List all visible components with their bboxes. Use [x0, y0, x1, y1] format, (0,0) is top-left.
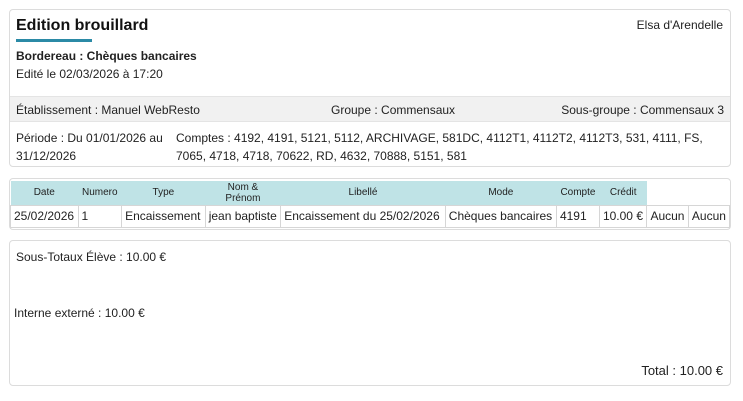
periode-label: Période : Du 01/01/2026 au 31/12/2026 [16, 131, 163, 163]
cell-mode: Chèques bancaires [444, 204, 557, 228]
table-header-row: Date Numero Type Nom & Prénom Libellé Mo… [10, 181, 730, 205]
cell-nom: jean baptiste [204, 204, 282, 228]
col-header-libelle: Libellé [280, 181, 446, 205]
bordereau-subtitle: Bordereau : Chèques bancaires [16, 49, 197, 63]
col-header-credit: Crédit [599, 181, 647, 205]
title-underline [16, 39, 92, 42]
comptes-label: Comptes : 4192, 4191, 5121, 5112, ARCHIV… [176, 131, 703, 163]
cell-compte: 4191 [555, 204, 600, 228]
cell-type: Encaissement [121, 204, 206, 228]
table-card: Date Numero Type Nom & Prénom Libellé Mo… [9, 178, 731, 230]
etablissement-label: Établissement : Manuel WebResto [16, 103, 200, 117]
cell-numero: 1 [77, 204, 123, 228]
groupe-label: Groupe : Commensaux [331, 103, 456, 117]
col-header-type: Type [121, 181, 206, 205]
entries-table: Date Numero Type Nom & Prénom Libellé Mo… [10, 181, 731, 228]
col-header-date: Date [10, 181, 78, 205]
interne-externe-total: Interne externé : 10.00 € [14, 306, 145, 320]
cell-credit: 10.00 € [598, 204, 648, 228]
col-header-nom: Nom & Prénom [205, 181, 281, 205]
col-header-compte: Compte [556, 181, 600, 205]
info-band: Établissement : Manuel WebResto Groupe :… [10, 96, 730, 122]
grand-total: Total : 10.00 € [641, 363, 723, 378]
totals-card: Sous-Totaux Élève : 10.00 € Interne exte… [9, 240, 731, 386]
sous-totaux-eleve: Sous-Totaux Élève : 10.00 € [16, 250, 167, 264]
sous-groupe-label: Sous-groupe : Commensaux 3 [561, 103, 724, 117]
cell-libelle: Encaissement du 25/02/2026 [280, 204, 446, 228]
cell-extra-1: Aucun [646, 204, 689, 228]
user-name: Elsa d'Arendelle [636, 18, 723, 32]
cell-date: 25/02/2026 [10, 204, 79, 228]
edited-date: Edité le 02/03/2026 à 17:20 [16, 67, 163, 81]
cell-extra-2: Aucun [687, 204, 731, 228]
page-title: Edition brouillard [16, 17, 149, 34]
col-header-empty-1 [646, 181, 689, 205]
header-card: Edition brouillard Elsa d'Arendelle Bord… [9, 9, 731, 167]
table-row: 25/02/2026 1 Encaissement jean baptiste … [10, 204, 731, 228]
col-header-mode: Mode [445, 181, 557, 205]
col-header-empty-2 [688, 181, 730, 205]
col-header-numero: Numero [78, 181, 122, 205]
